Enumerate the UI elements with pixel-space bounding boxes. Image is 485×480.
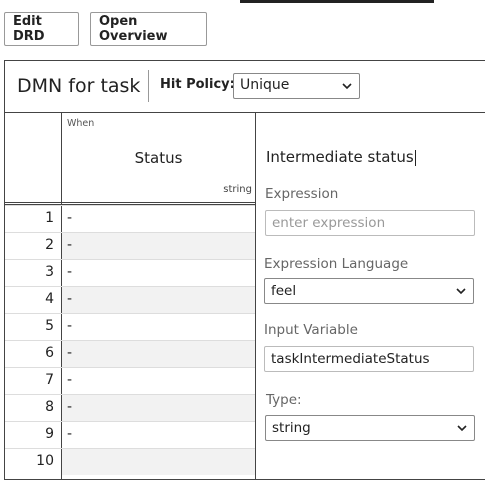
table-row: 4-	[5, 286, 255, 313]
index-column-header	[5, 113, 62, 203]
chevron-down-icon	[342, 83, 352, 90]
hit-policy-value: Unique	[240, 77, 290, 93]
row-number: 1	[45, 210, 54, 226]
rule-input-cell[interactable]	[62, 448, 255, 475]
expression-label: Expression	[265, 186, 339, 202]
rule-input-cell[interactable]: -	[62, 232, 255, 259]
row-number: 9	[45, 426, 54, 442]
row-number: 7	[45, 372, 54, 388]
expression-input[interactable]: enter expression	[265, 210, 475, 236]
rule-input-cell[interactable]: -	[62, 367, 255, 394]
row-number: 3	[45, 264, 54, 280]
decision-table-frame: DMN for task Hit Policy: Unique When Sta…	[4, 60, 485, 480]
decision-table-title[interactable]: DMN for task	[17, 75, 140, 97]
table-row: 1-	[5, 205, 255, 232]
clause-label: When	[67, 118, 95, 129]
table-row: 9-	[5, 421, 255, 448]
table-row: 6-	[5, 340, 255, 367]
hit-policy-label: Hit Policy:	[160, 77, 235, 92]
rule-input-cell[interactable]: -	[62, 394, 255, 421]
table-row: 7-	[5, 367, 255, 394]
row-number: 10	[36, 453, 54, 469]
input-column-header[interactable]: When Status string	[62, 113, 255, 203]
rule-input-cell[interactable]: -	[62, 286, 255, 313]
table-row: 10	[5, 448, 255, 475]
chevron-down-icon	[456, 288, 466, 295]
rule-input-cell[interactable]: -	[62, 259, 255, 286]
input-column-type[interactable]: string	[223, 184, 252, 195]
chevron-down-icon	[457, 425, 467, 432]
rule-input-cell[interactable]: -	[62, 205, 255, 232]
rules-table: When Status string 1-2-3-4-5-6-7-8-9-10	[5, 113, 255, 479]
expression-language-value: feel	[271, 283, 297, 299]
top-accent-bar	[240, 0, 434, 3]
input-column-label[interactable]: Status	[62, 149, 255, 167]
expression-language-select[interactable]: feel	[264, 278, 474, 304]
rule-input-cell[interactable]: -	[62, 340, 255, 367]
header-divider	[148, 70, 149, 102]
input-edit-panel: Intermediate status Expression enter exp…	[255, 113, 485, 479]
row-number: 6	[45, 345, 54, 361]
input-label-field[interactable]: Intermediate status	[266, 148, 416, 166]
rule-input-cell[interactable]: -	[62, 313, 255, 340]
row-number: 8	[45, 399, 54, 415]
input-variable-input[interactable]: taskIntermediateStatus	[264, 346, 474, 372]
row-number: 2	[45, 237, 54, 253]
decision-table-header: DMN for task Hit Policy: Unique	[5, 61, 485, 113]
hit-policy-select[interactable]: Unique	[233, 73, 360, 99]
table-row: 5-	[5, 313, 255, 340]
open-overview-button[interactable]: Open Overview	[90, 12, 207, 46]
table-row: 3-	[5, 259, 255, 286]
row-number: 5	[45, 318, 54, 334]
expression-language-label: Expression Language	[264, 256, 409, 272]
row-number: 4	[45, 291, 54, 307]
edit-drd-button[interactable]: Edit DRD	[4, 12, 79, 46]
input-variable-label: Input Variable	[264, 322, 358, 338]
table-row: 8-	[5, 394, 255, 421]
table-row: 2-	[5, 232, 255, 259]
type-label: Type:	[266, 392, 302, 408]
text-cursor	[414, 149, 416, 166]
rule-input-cell[interactable]: -	[62, 421, 255, 448]
type-value: string	[272, 420, 311, 436]
type-select[interactable]: string	[265, 415, 475, 441]
